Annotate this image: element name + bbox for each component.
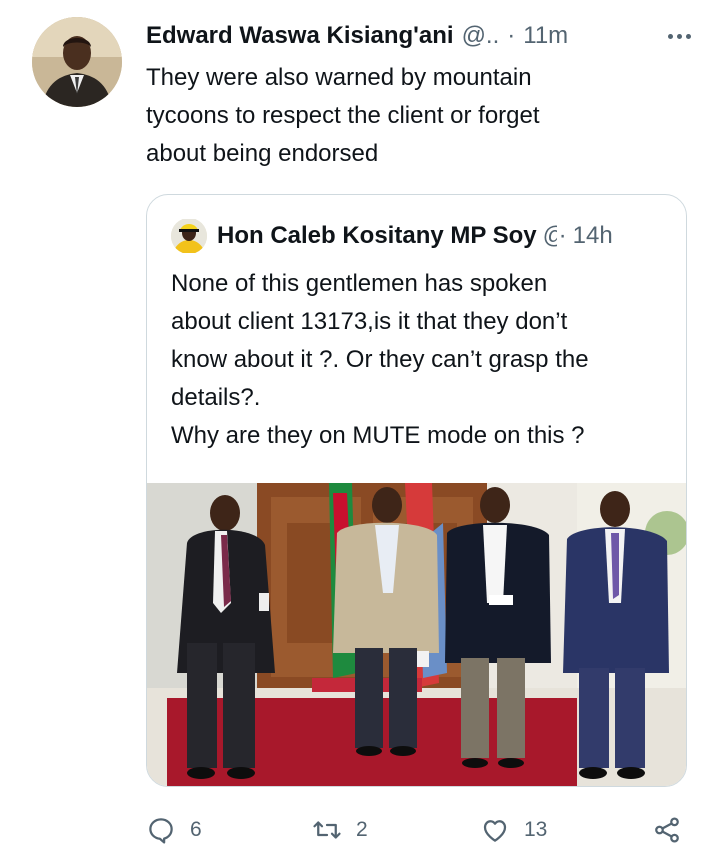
heart-icon	[483, 820, 507, 842]
retweet-count: 2	[356, 818, 368, 841]
tweet-text-line: about being endorsed	[146, 140, 379, 167]
retweet-icon	[313, 821, 341, 839]
quoted-tweet-header: Hon Caleb Kositany MP Soy @ · 14h	[171, 219, 671, 253]
tweet-header: Edward Waswa Kisiang'ani @.. · 11m	[146, 20, 694, 52]
quoted-text-line: details?.	[171, 384, 261, 411]
separator-dot: ·	[507, 22, 516, 49]
quoted-tweet-text: None of this gentlemen has spoken about …	[171, 265, 671, 455]
share-button[interactable]	[652, 812, 682, 848]
quoted-author-avatar[interactable]	[171, 219, 207, 253]
separator-dot: ·	[558, 222, 567, 249]
tweet-text-line: tycoons to respect the client or forget	[146, 102, 540, 129]
tweet-actions: 6 2 13	[146, 812, 694, 848]
quoted-tweet[interactable]: Hon Caleb Kositany MP Soy @ · 14h None o…	[146, 194, 687, 787]
tweet-text: They were also warned by mountain tycoon…	[146, 59, 666, 173]
reply-button[interactable]: 6	[146, 812, 202, 848]
quoted-text-line: know about it ?. Or they can’t grasp the	[171, 346, 589, 373]
author-name[interactable]: Edward Waswa Kisiang'ani	[146, 22, 454, 50]
quoted-author-handle[interactable]: @	[543, 222, 557, 250]
quoted-text-line: Why are they on MUTE mode on this ?	[171, 422, 585, 449]
reply-count: 6	[190, 818, 202, 841]
tweet-timestamp[interactable]: 11m	[523, 22, 568, 50]
retweet-button[interactable]: 2	[312, 812, 368, 848]
quoted-author-name[interactable]: Hon Caleb Kositany MP Soy	[217, 222, 537, 250]
reply-icon	[149, 818, 173, 844]
quoted-text-line: about client 13173,is it that they don’t	[171, 308, 568, 335]
like-button[interactable]: 13	[480, 812, 547, 848]
quoted-text-line: None of this gentlemen has spoken	[171, 270, 548, 297]
tweet-photo[interactable]	[147, 483, 687, 787]
like-count: 13	[524, 818, 548, 841]
author-handle[interactable]: @..	[462, 22, 500, 50]
share-icon	[655, 817, 679, 843]
tweet-text-line: They were also warned by mountain	[146, 64, 532, 91]
more-horizontal-icon[interactable]	[664, 24, 694, 48]
quoted-tweet-timestamp[interactable]: 14h	[573, 222, 613, 250]
author-avatar[interactable]	[32, 17, 122, 107]
